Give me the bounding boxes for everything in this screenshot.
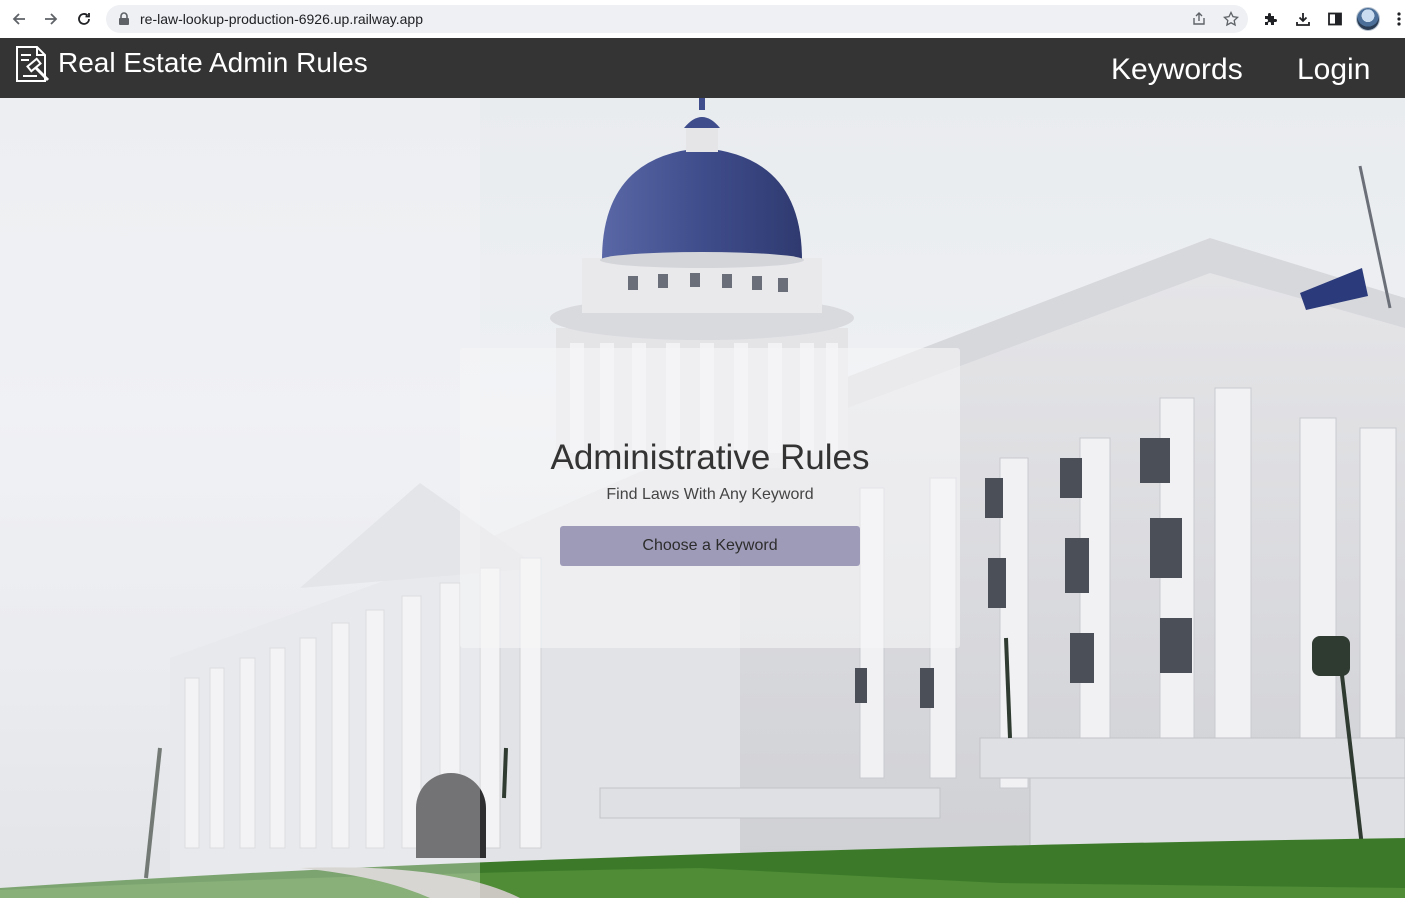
back-arrow-icon[interactable] <box>8 8 30 30</box>
kebab-menu-icon[interactable] <box>1389 9 1407 29</box>
nav-link-login[interactable]: Login <box>1297 52 1370 88</box>
forward-arrow-icon[interactable] <box>40 8 62 30</box>
hero-title: Administrative Rules <box>550 438 870 477</box>
reload-icon[interactable] <box>73 8 95 30</box>
url-text: re-law-lookup-production-6926.up.railway… <box>140 11 424 27</box>
browser-toolbar: re-law-lookup-production-6926.up.railway… <box>0 0 1407 38</box>
gavel-document-logo-icon[interactable] <box>13 43 55 85</box>
hero-section: Administrative Rules Find Laws With Any … <box>0 98 1405 898</box>
address-bar[interactable]: re-law-lookup-production-6926.up.railway… <box>106 5 1248 33</box>
choose-keyword-button[interactable]: Choose a Keyword <box>560 526 860 566</box>
site-title[interactable]: Real Estate Admin Rules <box>58 46 368 80</box>
hero-subtitle: Find Laws With Any Keyword <box>606 486 814 503</box>
hero-card: Administrative Rules Find Laws With Any … <box>460 348 960 648</box>
side-panel-icon[interactable] <box>1325 9 1345 29</box>
bookmark-star-icon[interactable] <box>1222 10 1240 28</box>
download-icon[interactable] <box>1293 9 1313 29</box>
profile-avatar[interactable] <box>1356 7 1380 31</box>
share-icon[interactable] <box>1190 10 1208 28</box>
app-navbar: Real Estate Admin Rules Keywords Login <box>0 38 1405 98</box>
nav-link-keywords[interactable]: Keywords <box>1111 52 1243 88</box>
lock-icon <box>118 12 130 31</box>
extensions-puzzle-icon[interactable] <box>1261 9 1281 29</box>
